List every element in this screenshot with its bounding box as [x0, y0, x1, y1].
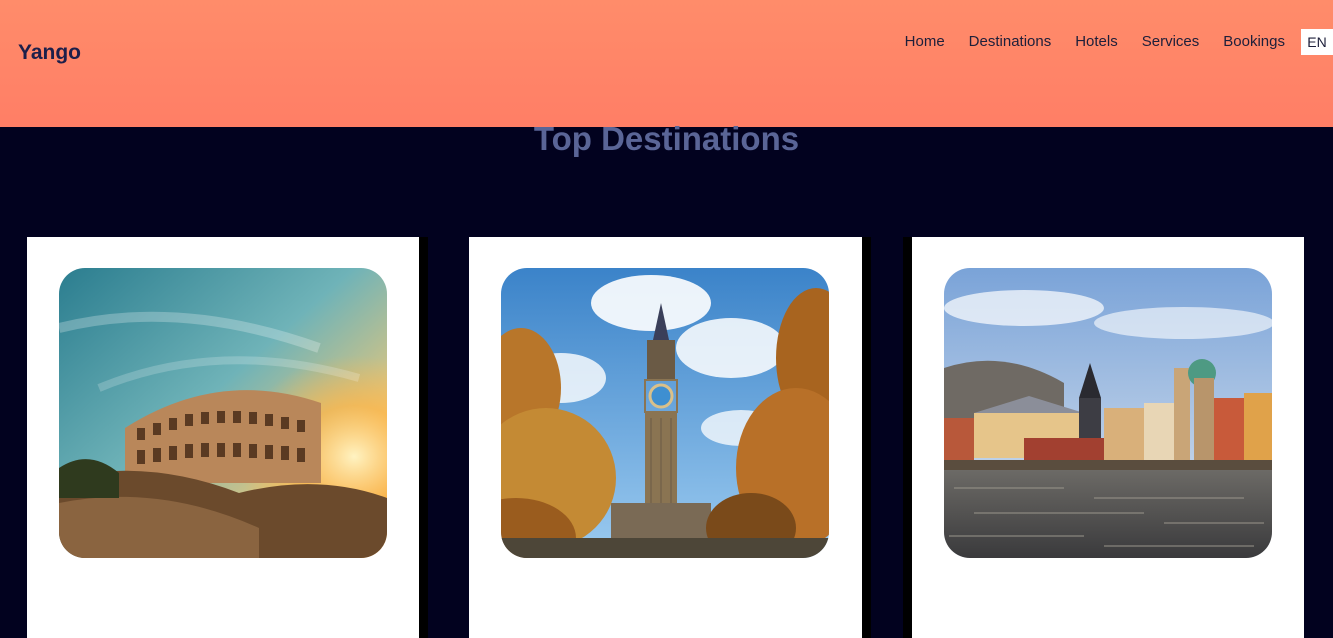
nav-home[interactable]: Home — [905, 29, 945, 55]
main-nav: Home Destinations Hotels Services Bookin… — [905, 29, 1333, 55]
prague-riverside-photo-icon — [944, 268, 1272, 558]
section-title: Top Destinations — [533, 120, 800, 157]
big-ben-photo-icon — [501, 268, 829, 558]
destination-card-rome[interactable] — [27, 237, 419, 638]
logo[interactable]: Yango — [18, 41, 81, 65]
destination-card-prague[interactable] — [912, 237, 1304, 638]
destination-card-london[interactable] — [469, 237, 862, 638]
nav-services[interactable]: Services — [1142, 29, 1200, 55]
nav-destinations[interactable]: Destinations — [969, 29, 1052, 55]
colosseum-photo-icon — [59, 268, 387, 558]
site-header: Yango Home Destinations Hotels Services … — [0, 0, 1333, 127]
nav-bookings[interactable]: Bookings — [1223, 29, 1285, 55]
nav-hotels[interactable]: Hotels — [1075, 29, 1118, 55]
language-selector[interactable]: EN — [1301, 29, 1333, 55]
